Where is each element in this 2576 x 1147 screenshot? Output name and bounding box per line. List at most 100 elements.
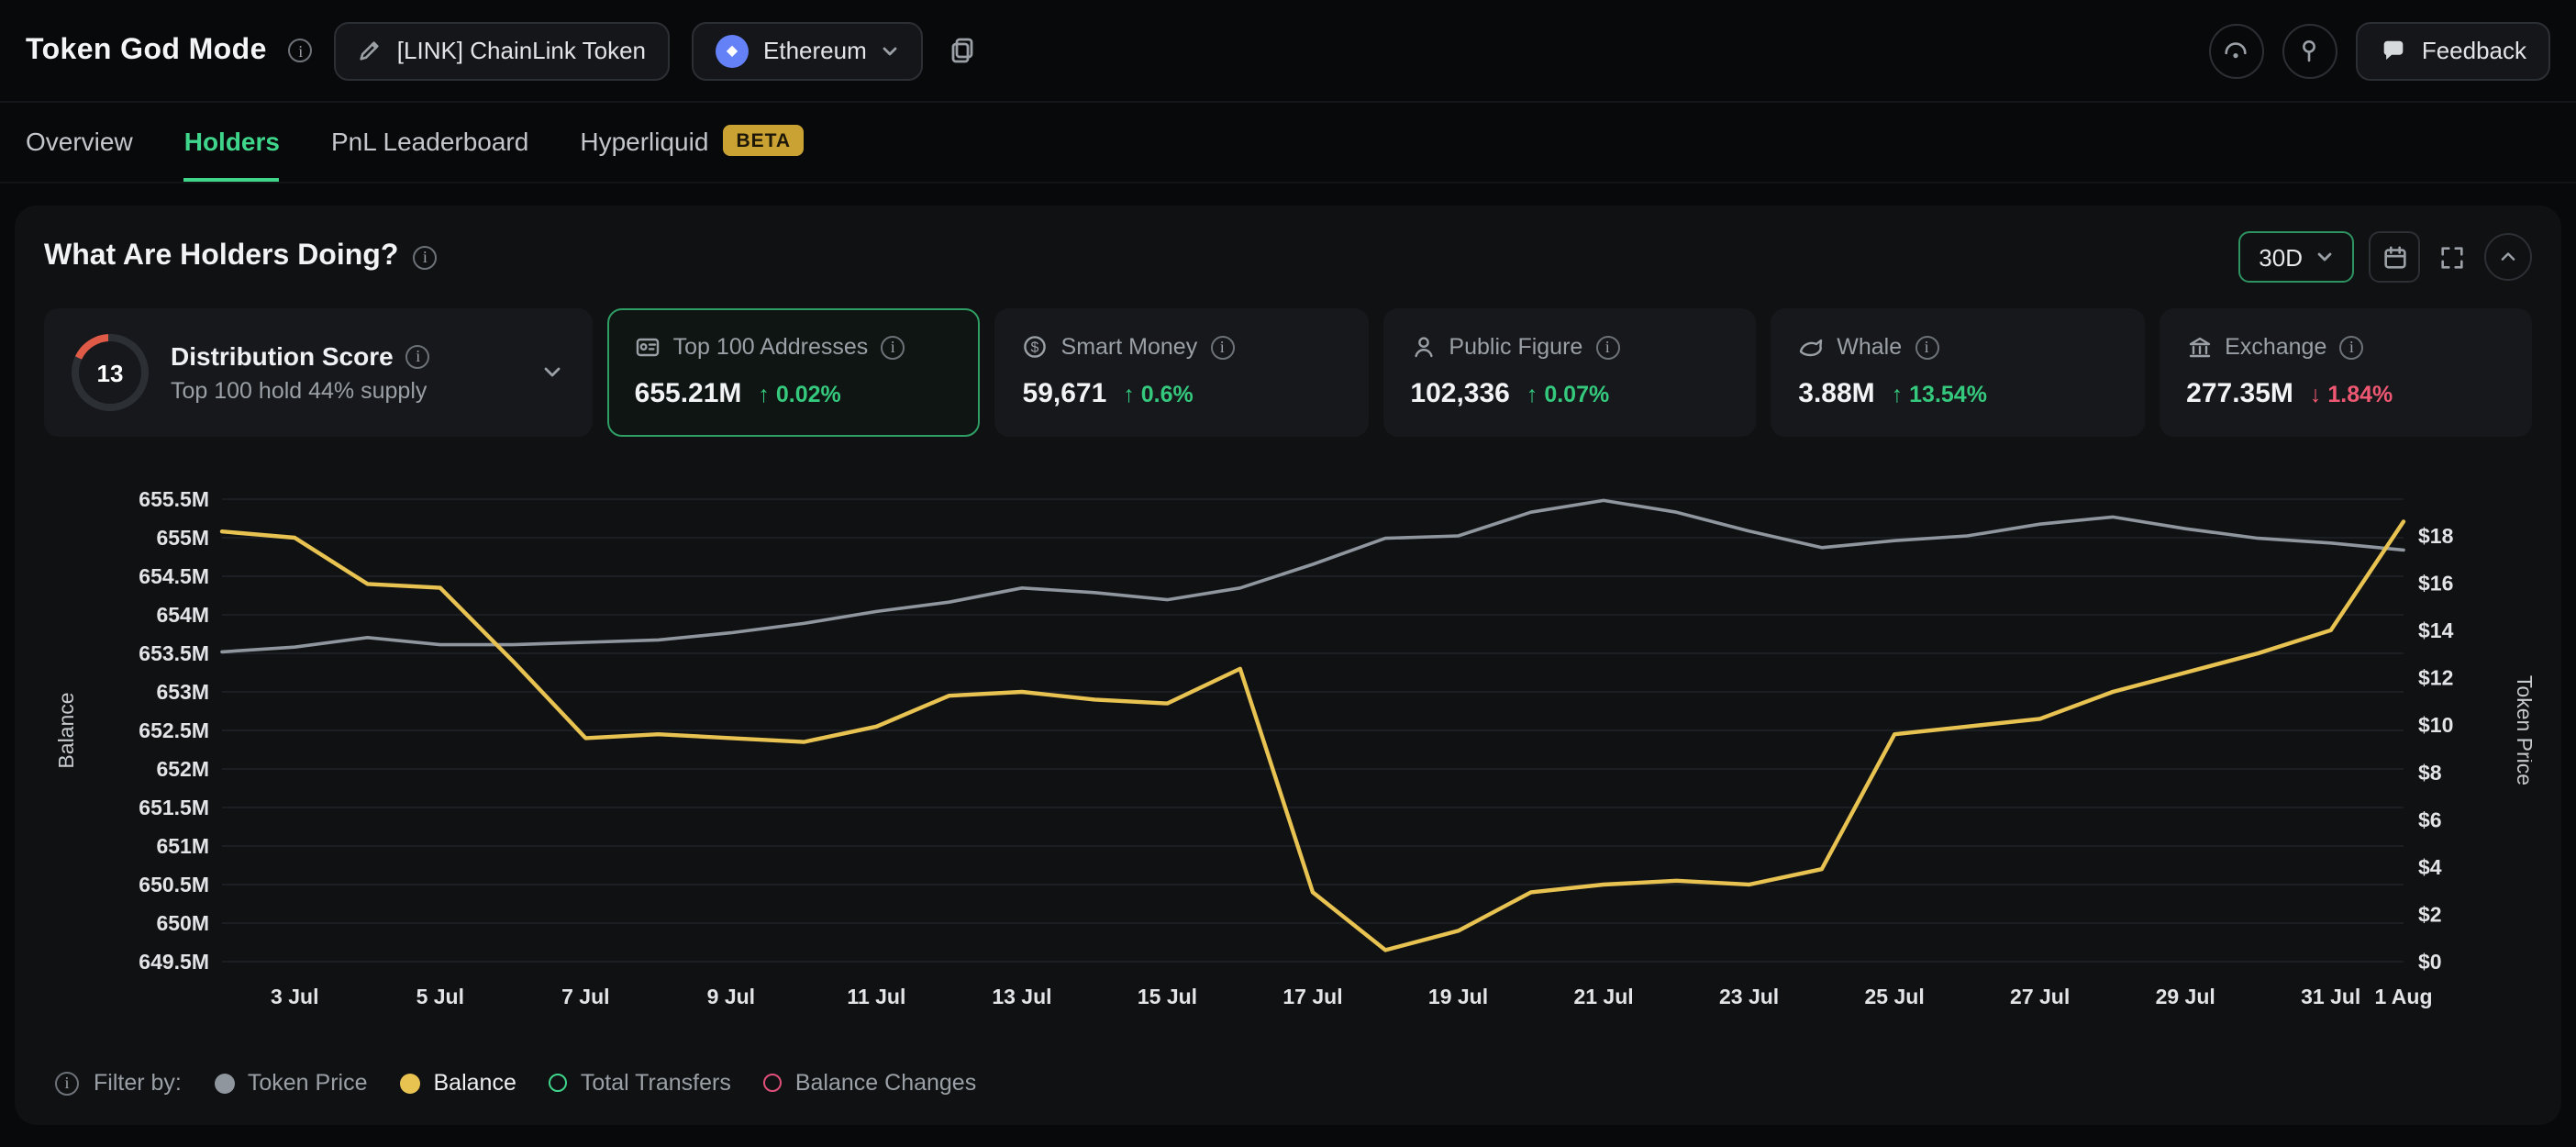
watchlist-button[interactable] [2209,23,2264,78]
svg-text:19 Jul: 19 Jul [1428,985,1488,1008]
svg-text:$: $ [1031,340,1039,356]
tab-bar: Overview Holders PnL Leaderboard Hyperli… [0,103,2576,184]
svg-text:$10: $10 [2418,713,2453,737]
info-icon[interactable] [1595,335,1619,359]
panel-header: What Are Holders Doing? 30D [44,231,2532,283]
feedback-button[interactable]: Feedback [2356,21,2550,80]
info-icon[interactable] [413,245,437,269]
filter-by-label: Filter by: [94,1070,182,1096]
legend-token-price[interactable]: Token Price [215,1070,368,1096]
distribution-score-card[interactable]: 13 Distribution Score Top 100 hold 44% s… [44,308,593,437]
stat-change: ↓ 1.84% [2310,382,2393,407]
chevron-down-icon [2315,248,2334,266]
fullscreen-icon [2438,243,2466,271]
svg-text:$16: $16 [2418,572,2453,596]
watchlist-icon [2223,37,2250,64]
fullscreen-button[interactable] [2435,243,2470,271]
chain-select-dropdown[interactable]: ◆ Ethereum [692,21,924,80]
stat-card-smart-money[interactable]: $ Smart Money 59,671 ↑ 0.6% [995,308,1369,437]
copy-button[interactable] [946,37,981,64]
info-icon[interactable] [881,335,905,359]
holders-panel: What Are Holders Doing? 30D [15,206,2561,1125]
pin-icon [2296,37,2324,64]
svg-text:23 Jul: 23 Jul [1719,985,1779,1008]
tab-holders[interactable]: Holders [184,103,280,182]
stat-card-public-figure[interactable]: Public Figure 102,336 ↑ 0.07% [1382,308,1756,437]
info-icon[interactable] [289,39,313,62]
calendar-icon [2381,243,2408,271]
chart-legend: Filter by: Token Price Balance Total Tra… [44,1063,2532,1110]
svg-text:651M: 651M [156,834,209,858]
svg-text:$0: $0 [2418,950,2442,974]
tab-hyperliquid[interactable]: Hyperliquid BETA [580,103,804,182]
svg-text:29 Jul: 29 Jul [2156,985,2215,1008]
svg-text:$8: $8 [2418,761,2442,785]
info-icon[interactable] [55,1071,79,1095]
stat-change: ↑ 0.07% [1527,382,1609,407]
info-icon[interactable] [1915,335,1938,359]
svg-text:11 Jul: 11 Jul [847,985,905,1008]
svg-text:$6: $6 [2418,807,2442,831]
svg-text:15 Jul: 15 Jul [1138,985,1197,1008]
stat-value: 3.88M [1798,378,1874,409]
top-bar: Token God Mode [LINK] ChainLink Token ◆ … [0,0,2576,103]
info-icon[interactable] [2339,335,2363,359]
token-select-button[interactable]: [LINK] ChainLink Token [335,21,670,80]
svg-text:$2: $2 [2418,902,2442,926]
svg-text:650.5M: 650.5M [139,873,209,896]
svg-text:652.5M: 652.5M [139,718,209,742]
svg-text:17 Jul: 17 Jul [1282,985,1342,1008]
holders-chart[interactable]: 655.5M655M654.5M654M653.5M653M652.5M652M… [44,444,2532,1063]
feedback-icon [2380,37,2407,64]
top-bar-actions: Feedback [2209,21,2550,80]
svg-text:$18: $18 [2418,524,2454,548]
svg-text:655.5M: 655.5M [139,487,209,511]
svg-text:Balance: Balance [54,692,78,768]
distribution-subtitle: Top 100 hold 44% supply [171,378,430,404]
svg-text:655M: 655M [156,526,209,550]
svg-text:$4: $4 [2418,855,2442,879]
tab-pnl-leaderboard[interactable]: PnL Leaderboard [331,103,528,182]
panel-title: What Are Holders Doing? [44,240,398,273]
tab-overview[interactable]: Overview [26,103,133,182]
svg-text:653.5M: 653.5M [139,641,209,665]
legend-balance-changes[interactable]: Balance Changes [764,1070,976,1096]
token-label: [LINK] ChainLink Token [397,37,646,64]
pin-button[interactable] [2282,23,2337,78]
svg-text:5 Jul: 5 Jul [416,985,464,1008]
svg-text:9 Jul: 9 Jul [707,985,755,1008]
svg-text:651.5M: 651.5M [139,796,209,819]
ethereum-icon: ◆ [716,34,749,67]
smart-money-icon: $ [1023,334,1049,360]
distribution-title: Distribution Score [171,341,394,371]
stat-change: ↑ 0.02% [758,382,840,407]
svg-text:$12: $12 [2418,666,2453,690]
beta-badge: BETA [723,125,804,156]
chevron-down-icon [882,41,900,60]
legend-total-transfers[interactable]: Total Transfers [550,1070,731,1096]
svg-text:27 Jul: 27 Jul [2010,985,2070,1008]
collapse-button[interactable] [2484,233,2532,281]
page-title: Token God Mode [26,34,267,67]
svg-text:7 Jul: 7 Jul [561,985,609,1008]
stat-value: 655.21M [635,378,742,409]
public-figure-icon [1410,334,1436,360]
chevron-up-icon [2495,244,2521,270]
balance-changes-marker [764,1074,783,1092]
info-icon[interactable] [406,344,430,368]
svg-text:$14: $14 [2418,618,2454,642]
stat-cards-row: 13 Distribution Score Top 100 hold 44% s… [44,308,2532,437]
total-transfers-marker [550,1074,568,1092]
range-selector[interactable]: 30D [2238,231,2354,283]
feedback-label: Feedback [2422,37,2526,64]
stat-card-top-100-addresses[interactable]: Top 100 Addresses 655.21M ↑ 0.02% [607,308,981,437]
calendar-button[interactable] [2369,231,2420,283]
top100-icon [635,334,661,360]
svg-text:1 Aug: 1 Aug [2374,985,2432,1008]
info-icon[interactable] [1210,335,1234,359]
distribution-gauge: 13 [72,334,149,411]
stat-card-exchange[interactable]: Exchange 277.35M ↓ 1.84% [2159,308,2532,437]
legend-balance[interactable]: Balance [401,1070,516,1096]
stat-card-whale[interactable]: Whale 3.88M ↑ 13.54% [1771,308,2144,437]
chain-label: Ethereum [763,37,867,64]
